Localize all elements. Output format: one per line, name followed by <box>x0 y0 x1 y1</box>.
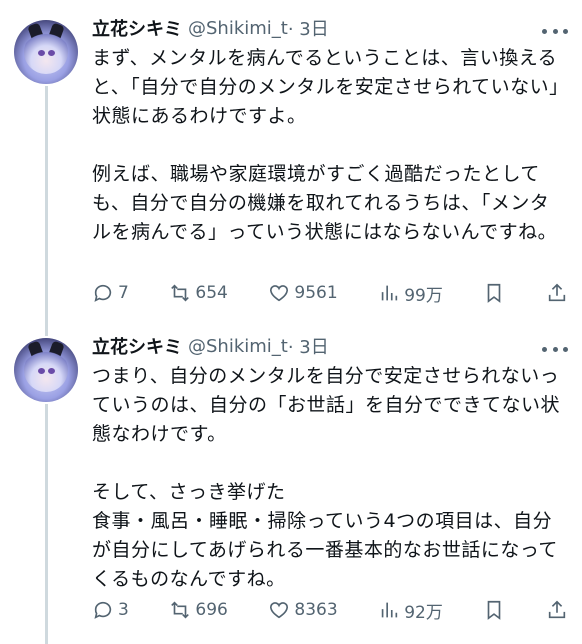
tweet-header: 立花シキミ @Shikimi_t · 3日 <box>92 12 566 44</box>
share-icon <box>548 600 566 619</box>
tweet-content: 立花シキミ @Shikimi_t · 3日 つまり、自分のメンタルを自分で安定さ… <box>92 330 566 594</box>
tweet-time[interactable]: · 3日 <box>288 15 329 41</box>
views-button[interactable]: 99万 <box>378 281 443 306</box>
bookmark-button[interactable] <box>483 599 505 621</box>
author-handle[interactable]: @Shikimi_t <box>188 18 288 39</box>
retweet-count: 696 <box>195 600 228 620</box>
tweet-header: 立花シキミ @Shikimi_t · 3日 <box>92 330 566 362</box>
reply-button[interactable]: 7 <box>92 282 129 304</box>
heart-icon <box>270 602 289 619</box>
views-icon <box>381 602 398 618</box>
like-count: 8363 <box>294 600 338 620</box>
like-count: 9561 <box>294 283 338 303</box>
tweet-text: まず、メンタルを病んでるということは、言い換えると、「自分で自分のメンタルを安定… <box>92 47 560 243</box>
like-button[interactable]: 9561 <box>268 282 338 304</box>
reply-count: 7 <box>118 283 129 303</box>
retweet-button[interactable]: 696 <box>169 599 228 621</box>
reply-button[interactable]: 3 <box>92 599 129 621</box>
heart-icon <box>270 285 289 302</box>
bookmark-icon <box>488 283 501 303</box>
more-icon[interactable] <box>542 344 568 354</box>
reply-count: 3 <box>118 600 129 620</box>
tweet-content: 立花シキミ @Shikimi_t · 3日 まず、メンタルを病んでるということは… <box>92 12 566 247</box>
avatar-eye <box>38 50 45 56</box>
views-count: 92万 <box>404 602 443 623</box>
more-icon[interactable] <box>542 26 568 36</box>
tweet-text: つまり、自分のメンタルを自分で安定させられないっていうのは、自分の「お世話」を自… <box>92 365 561 590</box>
avatar-eye <box>48 368 55 374</box>
reply-icon <box>94 284 112 302</box>
reply-icon <box>94 601 112 619</box>
views-count: 99万 <box>404 285 443 306</box>
bookmark-button[interactable] <box>483 282 505 304</box>
thread-connector-line <box>45 404 48 644</box>
retweet-icon <box>171 601 190 619</box>
views-button[interactable]: 92万 <box>378 598 443 623</box>
views-icon <box>381 285 398 301</box>
avatar[interactable] <box>14 20 78 84</box>
avatar-face <box>24 30 68 74</box>
retweet-count: 654 <box>195 283 228 303</box>
author-handle[interactable]: @Shikimi_t <box>188 336 288 357</box>
avatar-eye <box>48 50 55 56</box>
tweet-actions: 7 654 9561 99万 <box>92 279 568 307</box>
like-button[interactable]: 8363 <box>268 599 338 621</box>
tweet-time[interactable]: · 3日 <box>288 333 329 359</box>
avatar-eye <box>38 368 45 374</box>
share-button[interactable] <box>546 282 568 304</box>
retweet-icon <box>171 284 190 302</box>
retweet-button[interactable]: 654 <box>169 282 228 304</box>
bookmark-icon <box>488 600 501 620</box>
author-name[interactable]: 立花シキミ <box>92 333 182 359</box>
tweet-actions: 3 696 8363 92万 <box>92 596 568 624</box>
author-name[interactable]: 立花シキミ <box>92 15 182 41</box>
share-button[interactable] <box>546 599 568 621</box>
avatar[interactable] <box>14 338 78 402</box>
thread-connector-line <box>45 86 48 336</box>
avatar-face <box>24 348 68 392</box>
share-icon <box>548 283 566 302</box>
